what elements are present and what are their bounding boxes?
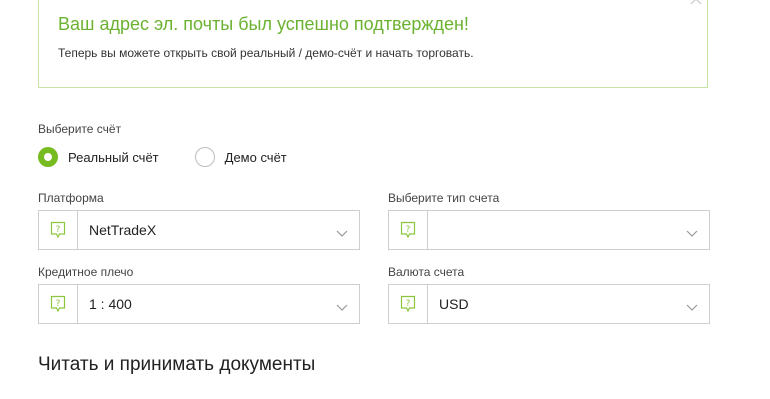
help-icon[interactable]: ? <box>389 285 428 323</box>
currency-value: USD <box>439 296 469 312</box>
account-type-radio-group: Реальный счёт Демо счёт <box>38 146 323 168</box>
platform-label: Платформа <box>38 191 104 205</box>
help-icon[interactable]: ? <box>39 211 78 249</box>
account-type-label: Выберите счёт <box>38 122 122 136</box>
svg-text:?: ? <box>56 225 61 235</box>
svg-text:?: ? <box>406 225 411 235</box>
radio-checked-icon <box>38 147 58 167</box>
account-kind-select[interactable]: ? <box>388 210 710 250</box>
chevron-down-icon <box>685 299 699 311</box>
currency-label: Валюта счета <box>388 265 465 279</box>
radio-demo-account-label: Демо счёт <box>224 149 287 165</box>
radio-unchecked-icon <box>194 147 215 167</box>
documents-section-title: Читать и принимать документы <box>38 354 316 375</box>
radio-real-account-label: Реальный счёт <box>68 149 159 165</box>
banner-text: Теперь вы можете открыть свой реальный /… <box>58 46 474 60</box>
chevron-down-icon <box>335 225 349 237</box>
account-kind-label: Выберите тип счета <box>388 191 500 205</box>
leverage-value: 1 : 400 <box>89 296 132 312</box>
help-icon[interactable]: ? <box>389 211 428 249</box>
currency-select[interactable]: ? USD <box>388 284 710 324</box>
email-confirmed-banner: Ваш адрес эл. почты был успешно подтверж… <box>38 0 708 88</box>
banner-title: Ваш адрес эл. почты был успешно подтверж… <box>58 14 469 34</box>
svg-text:?: ? <box>56 299 61 309</box>
platform-value: NetTradeX <box>89 222 157 238</box>
open-account-page: Ваш адрес эл. почты был успешно подтверж… <box>0 0 770 399</box>
close-icon[interactable] <box>689 0 703 6</box>
help-icon[interactable]: ? <box>39 285 78 323</box>
svg-text:?: ? <box>406 299 411 309</box>
leverage-label: Кредитное плечо <box>38 265 134 279</box>
chevron-down-icon <box>685 225 699 237</box>
chevron-down-icon <box>335 299 349 311</box>
radio-demo-account[interactable]: Демо счёт <box>194 147 287 167</box>
platform-select[interactable]: ? NetTradeX <box>38 210 360 250</box>
leverage-select[interactable]: ? 1 : 400 <box>38 284 360 324</box>
radio-real-account[interactable]: Реальный счёт <box>38 147 159 167</box>
